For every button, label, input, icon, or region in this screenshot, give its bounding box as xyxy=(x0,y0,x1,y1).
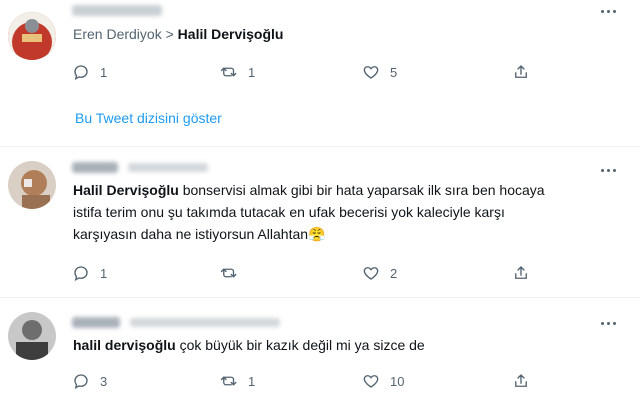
reply-count: 3 xyxy=(100,373,108,389)
share-icon xyxy=(515,65,527,78)
tweet-text: Halil Dervişoğlu bonservisi almak gibi b… xyxy=(73,179,593,245)
more-icon[interactable] xyxy=(598,6,618,16)
share-button[interactable] xyxy=(512,263,530,283)
reply-count: 1 xyxy=(100,265,108,281)
tweet-header xyxy=(72,314,280,332)
like-count: 5 xyxy=(390,64,398,80)
like-count: 2 xyxy=(390,265,398,281)
mention[interactable]: halil dervişoğlu xyxy=(73,337,176,353)
retweet-icon xyxy=(220,376,237,386)
tweet-2[interactable]: Halil Dervişoğlu bonservisi almak gibi b… xyxy=(0,147,640,293)
author-handle-redacted xyxy=(127,163,208,173)
tweet-actions: 1 1 5 xyxy=(72,62,532,82)
reply-to[interactable]: Halil Dervişoğlu xyxy=(178,26,284,42)
like-icon xyxy=(363,267,379,280)
retweet-button[interactable]: 1 xyxy=(220,62,255,82)
like-count: 10 xyxy=(390,373,405,389)
tweet-3[interactable]: halil dervişoğlu çok büyük bir kazık değ… xyxy=(0,298,640,409)
tweet-actions: 3 1 10 xyxy=(72,371,532,391)
avatar[interactable] xyxy=(8,161,56,209)
share-icon xyxy=(515,374,527,387)
tweet-actions: 1 2 xyxy=(72,263,532,283)
like-button[interactable]: 10 xyxy=(362,371,404,391)
tweet-text-line-1: bonservisi almak gibi bir hata yaparsak … xyxy=(178,182,545,198)
reply-icon xyxy=(74,266,88,282)
share-button[interactable] xyxy=(512,62,530,82)
avatar-image xyxy=(8,161,56,209)
avatar-image xyxy=(8,312,56,360)
reply-from[interactable]: Eren Derdiyok xyxy=(73,26,162,42)
author-name-redacted xyxy=(72,162,118,174)
tweet-1[interactable]: Eren Derdiyok > Halil Dervişoğlu 1 1 5 B… xyxy=(0,0,640,146)
retweet-icon xyxy=(220,67,237,77)
reply-separator: > xyxy=(165,26,174,42)
retweet-icon xyxy=(220,268,237,278)
avatar[interactable] xyxy=(8,312,56,360)
like-button[interactable]: 2 xyxy=(362,263,397,283)
reply-count: 1 xyxy=(100,64,108,80)
retweet-button[interactable] xyxy=(220,263,248,283)
more-icon[interactable] xyxy=(598,318,618,328)
retweet-count: 1 xyxy=(248,64,256,80)
like-icon xyxy=(363,375,379,388)
author-handle-redacted xyxy=(129,318,280,328)
tweet-text-body: çok büyük bir kazık değil mi ya sizce de xyxy=(175,337,425,353)
author-name-redacted xyxy=(72,317,120,329)
reply-button[interactable]: 1 xyxy=(72,263,107,283)
author-name-redacted xyxy=(72,5,162,17)
reply-button[interactable]: 1 xyxy=(72,62,107,82)
reply-chain: Eren Derdiyok > Halil Dervişoğlu xyxy=(73,26,283,42)
like-button[interactable]: 5 xyxy=(362,62,397,82)
share-icon xyxy=(515,266,527,279)
retweet-count: 1 xyxy=(248,373,256,389)
retweet-button[interactable]: 1 xyxy=(220,371,255,391)
reply-icon xyxy=(74,65,88,81)
reply-button[interactable]: 3 xyxy=(72,371,107,391)
share-button[interactable] xyxy=(512,371,530,391)
mention[interactable]: Halil Dervişoğlu xyxy=(73,182,179,198)
tweet-text: halil dervişoğlu çok büyük bir kazık değ… xyxy=(73,334,593,356)
avatar[interactable] xyxy=(8,12,56,60)
tweet-text-line-2: istifa terim onu şu takımda tutacak en u… xyxy=(73,204,505,220)
avatar-image xyxy=(8,12,56,60)
reply-icon xyxy=(74,374,88,390)
tweet-text-line-3: karşıyasın daha ne istiyorsun Allahtan😤 xyxy=(73,226,326,242)
tweet-header xyxy=(72,159,208,177)
like-icon xyxy=(363,66,379,79)
more-icon[interactable] xyxy=(598,165,618,175)
show-thread-link[interactable]: Bu Tweet dizisini göster xyxy=(75,110,222,126)
tweet-header xyxy=(72,2,162,20)
